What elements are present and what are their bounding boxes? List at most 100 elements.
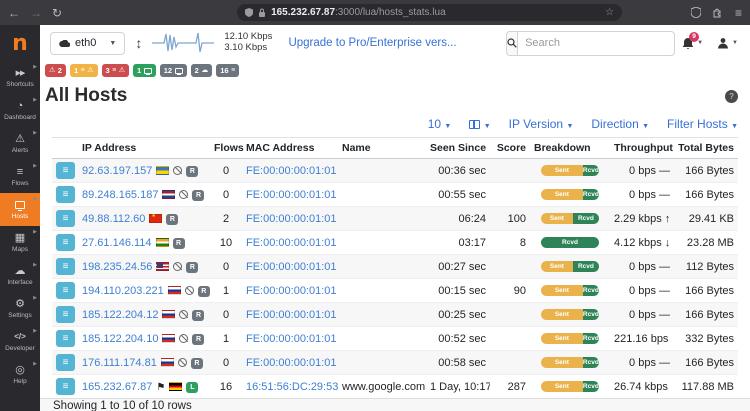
sidebar-item-alerts[interactable]: ⚠Alerts▶ xyxy=(0,127,40,160)
tracking-shield-icon[interactable] xyxy=(691,7,701,18)
alert-badge-7[interactable]: 16≡ xyxy=(216,64,239,77)
chevron-right-icon: ▶ xyxy=(33,361,37,367)
notifications-button[interactable]: 9 ▼ xyxy=(682,37,703,50)
column-header-Name[interactable]: Name xyxy=(338,138,426,159)
column-header-Throughput[interactable]: Throughput xyxy=(610,138,672,159)
sidebar-item-dashboard[interactable]: ◔Dashboard▶ xyxy=(0,94,40,127)
column-header-Flows[interactable]: Flows xyxy=(210,138,242,159)
mac-link[interactable]: FE:00:00:00:01:01 xyxy=(246,261,337,273)
mac-link[interactable]: FE:00:00:00:01:01 xyxy=(246,165,337,177)
bookmark-star-icon[interactable]: ☆ xyxy=(605,7,614,18)
breakdown-bar: SentRcvd xyxy=(541,213,599,224)
chevron-down-icon: ▼ xyxy=(444,123,451,130)
name-cell xyxy=(338,327,426,351)
row-actions-cell: ≡ xyxy=(52,183,78,207)
hosts-table-card: IP AddressFlowsMAC AddressNameSeen Since… xyxy=(52,137,738,399)
upgrade-link[interactable]: Upgrade to Pro/Enterprise vers... xyxy=(288,37,456,49)
score-cell xyxy=(490,351,530,375)
breakdown-bar: SentRcvd xyxy=(541,381,599,392)
rcvd-segment: Rcvd xyxy=(583,165,599,176)
ip-link[interactable]: 194.110.203.221 xyxy=(82,285,164,297)
throughput-value: 0 bps xyxy=(629,285,659,297)
menu-icon[interactable]: ≡ xyxy=(735,7,742,19)
sidebar-item-shortcuts[interactable]: ▶▶Shortcuts▶ xyxy=(0,61,40,94)
host-menu-button[interactable]: ≡ xyxy=(56,234,75,251)
ip-link[interactable]: 89.248.165.187 xyxy=(82,189,158,201)
host-menu-button[interactable]: ≡ xyxy=(56,306,75,323)
mac-link[interactable]: FE:00:00:00:01:01 xyxy=(246,213,337,225)
host-menu-button[interactable]: ≡ xyxy=(56,258,75,275)
column-header-icon[interactable] xyxy=(52,138,78,159)
mac-link[interactable]: 16:51:56:DC:29:53 xyxy=(246,381,338,393)
trend-stable-icon: — xyxy=(659,309,668,321)
search-input[interactable] xyxy=(517,31,675,56)
mac-link[interactable]: FE:00:00:00:01:01 xyxy=(246,285,337,297)
filter-hosts-dropdown[interactable]: Filter Hosts ▼ xyxy=(667,117,738,131)
mac-link[interactable]: FE:00:00:00:01:01 xyxy=(246,357,337,369)
forward-icon[interactable]: → xyxy=(30,7,42,19)
ip-link[interactable]: 176.111.174.81 xyxy=(82,357,157,369)
column-header-Score[interactable]: Score xyxy=(490,138,530,159)
mac-link[interactable]: FE:00:00:00:01:01 xyxy=(246,237,337,249)
alert-badge-3[interactable]: 3≡⚠ xyxy=(102,64,130,77)
host-menu-button[interactable]: ≡ xyxy=(56,186,75,203)
back-icon[interactable]: ← xyxy=(8,7,20,19)
sidebar-item-hosts[interactable]: Hosts▶ xyxy=(0,193,40,226)
host-menu-button[interactable]: ≡ xyxy=(56,378,75,395)
host-menu-button[interactable]: ≡ xyxy=(56,330,75,347)
mac-link[interactable]: FE:00:00:00:01:01 xyxy=(246,333,337,345)
column-header-MAC Address[interactable]: MAC Address xyxy=(242,138,338,159)
extension-puzzle-icon[interactable] xyxy=(713,8,723,18)
host-row: ≡49.88.112.60R2FE:00:00:00:01:0106:24100… xyxy=(52,207,738,231)
host-menu-button[interactable]: ≡ xyxy=(56,282,75,299)
sidebar-item-maps[interactable]: ▦Maps▶ xyxy=(0,226,40,259)
alert-badge-5[interactable]: 12 xyxy=(160,64,187,77)
ip-link[interactable]: 27.61.146.114 xyxy=(82,237,152,249)
sidebar-item-settings[interactable]: ⚙Settings▶ xyxy=(0,292,40,325)
direction-dropdown[interactable]: Direction ▼ xyxy=(591,117,649,131)
alert-badge-2[interactable]: 1≡⚠ xyxy=(70,64,98,77)
ip-version-dropdown[interactable]: IP Version ▼ xyxy=(509,117,574,131)
sidebar-item-flows[interactable]: ≡Flows▶ xyxy=(0,160,40,193)
column-header-Seen Since[interactable]: Seen Since xyxy=(426,138,490,159)
sidebar-item-developer[interactable]: </>Developer▶ xyxy=(0,325,40,358)
ip-link[interactable]: 198.235.24.56 xyxy=(82,261,152,273)
search-button[interactable] xyxy=(506,31,517,56)
ip-link[interactable]: 92.63.197.157 xyxy=(82,165,152,177)
sidebar-item-label: Flows xyxy=(12,180,29,187)
host-menu-button[interactable]: ≡ xyxy=(56,210,75,227)
host-menu-button[interactable]: ≡ xyxy=(56,354,75,371)
url-bar[interactable]: 165.232.67.87:3000/lua/hosts_stats.lua ☆ xyxy=(237,4,622,21)
alert-badge-4[interactable]: 1 xyxy=(133,64,156,77)
throughput-value: 0 bps xyxy=(629,309,659,321)
mac-link[interactable]: FE:00:00:00:01:01 xyxy=(246,309,337,321)
column-header-Breakdown[interactable]: Breakdown xyxy=(530,138,610,159)
sidebar-item-interface[interactable]: ☁Interface▶ xyxy=(0,259,40,292)
reload-icon[interactable]: ↻ xyxy=(52,7,62,19)
ip-link[interactable]: 185.122.204.12 xyxy=(82,309,158,321)
ip-link[interactable]: 185.122.204.10 xyxy=(82,333,158,345)
sidebar-item-help[interactable]: ◎Help▶ xyxy=(0,358,40,391)
user-menu-button[interactable]: ▼ xyxy=(717,37,738,49)
page-size-dropdown[interactable]: 10 ▼ xyxy=(428,117,452,131)
ntopng-logo[interactable]: n xyxy=(0,25,40,61)
shortcuts-icon: ▶▶ xyxy=(16,67,25,79)
columns-dropdown[interactable]: ▼ xyxy=(469,117,490,131)
ip-link[interactable]: 165.232.67.87 xyxy=(82,381,152,393)
mac-link[interactable]: FE:00:00:00:01:01 xyxy=(246,189,337,201)
rcvd-segment: Rcvd xyxy=(583,357,599,368)
host-menu-button[interactable]: ≡ xyxy=(56,162,75,179)
throughput-cell: 0 bps — xyxy=(610,183,672,207)
interface-select[interactable]: eth0 ▼ xyxy=(50,32,125,55)
breakdown-cell: SentRcvd xyxy=(530,327,610,351)
ip-cell: 49.88.112.60R xyxy=(78,207,210,231)
sent-segment: Sent xyxy=(541,261,573,272)
row-actions-cell: ≡ xyxy=(52,303,78,327)
column-header-Total Bytes[interactable]: Total Bytes xyxy=(672,138,738,159)
ip-link[interactable]: 49.88.112.60 xyxy=(82,213,145,225)
page-title: All Hosts xyxy=(45,85,127,107)
help-icon[interactable]: ? xyxy=(725,90,738,103)
column-header-IP Address[interactable]: IP Address xyxy=(78,138,210,159)
alert-badge-1[interactable]: ⚠2 xyxy=(45,64,66,77)
alert-badge-6[interactable]: 2☁ xyxy=(191,64,213,77)
